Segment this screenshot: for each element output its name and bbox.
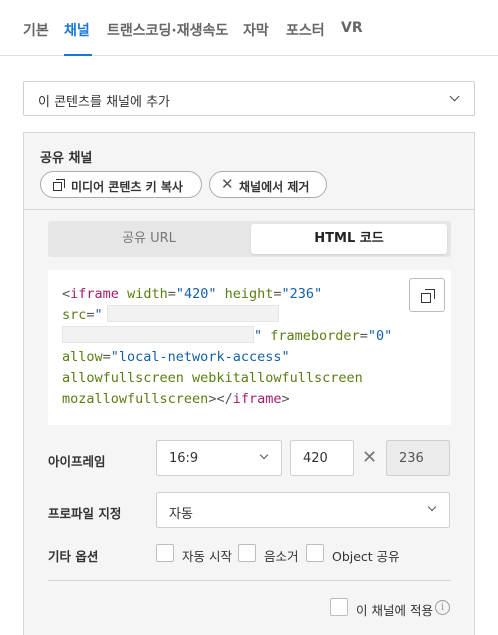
iframe-width-input[interactable]: 420 bbox=[290, 440, 354, 476]
remove-from-channel-label: 채널에서 제거 bbox=[239, 180, 310, 194]
profile-label: 프로파일 지정 bbox=[48, 506, 122, 521]
autoplay-checkbox[interactable] bbox=[156, 544, 174, 562]
tab-vr[interactable]: VR bbox=[341, 20, 363, 36]
close-icon: ✕ bbox=[221, 175, 234, 193]
code-punc: = bbox=[359, 328, 368, 344]
times-icon: ✕ bbox=[362, 447, 378, 468]
code-punc: > bbox=[281, 391, 290, 407]
top-tabs: 기본 채널 트랜스코딩·재생속도 자막 포스터 VR bbox=[0, 0, 498, 56]
shared-channel-panel: 공유 채널 미디어 콘텐츠 키 복사 ✕ 채널에서 제거 공유 URL HTML… bbox=[23, 132, 475, 635]
share-type-tabs: 공유 URL HTML 코드 bbox=[48, 221, 451, 257]
object-share-checkbox[interactable] bbox=[306, 544, 324, 562]
code-punc: < bbox=[62, 286, 71, 302]
info-icon[interactable]: i bbox=[435, 600, 450, 615]
profile-select[interactable]: 자동 bbox=[156, 492, 450, 528]
copy-code-button[interactable] bbox=[409, 278, 445, 312]
copy-icon bbox=[421, 289, 435, 303]
active-tab-indicator bbox=[64, 54, 92, 56]
code-string: "236" bbox=[281, 286, 323, 302]
code-string: " bbox=[254, 328, 263, 344]
iframe-width-value: 420 bbox=[303, 451, 328, 466]
chevron-down-icon bbox=[427, 502, 437, 512]
copy-media-key-button[interactable]: 미디어 콘텐츠 키 복사 bbox=[40, 171, 202, 198]
code-attr: allow bbox=[62, 349, 103, 365]
profile-value: 자동 bbox=[169, 507, 193, 522]
tab-transcoding[interactable]: 트랜스코딩·재생속도 bbox=[107, 20, 228, 40]
code-string: " bbox=[94, 307, 103, 323]
options-label: 기타 옵션 bbox=[48, 549, 99, 564]
embed-code: <iframe width="420" height="236" src=" "… bbox=[62, 284, 392, 410]
chevron-down-icon bbox=[259, 450, 269, 460]
tab-basic[interactable]: 기본 bbox=[23, 20, 49, 40]
copy-media-key-label: 미디어 콘텐츠 키 복사 bbox=[71, 180, 183, 194]
divider bbox=[48, 580, 451, 581]
aspect-ratio-value: 16:9 bbox=[169, 451, 199, 466]
code-attr: width bbox=[127, 286, 168, 302]
add-to-channel-select[interactable]: 이 콘텐츠를 채널에 추가 bbox=[23, 81, 475, 116]
code-tag: iframe bbox=[232, 391, 282, 407]
iframe-label: 아이프레임 bbox=[48, 454, 106, 469]
object-share-label: Object 공유 bbox=[332, 549, 400, 564]
tab-subtitles[interactable]: 자막 bbox=[243, 20, 269, 40]
tab-poster[interactable]: 포스터 bbox=[286, 20, 325, 40]
iframe-height-input: 236 bbox=[386, 440, 450, 476]
apply-to-channel-checkbox[interactable] bbox=[330, 598, 348, 616]
code-punc: = bbox=[86, 307, 95, 323]
code-tag: iframe bbox=[70, 286, 119, 302]
code-attr: allowfullscreen webkitallowfullscreen bbox=[62, 370, 363, 386]
tab-share-url[interactable]: 공유 URL bbox=[51, 224, 247, 254]
code-string: "420" bbox=[175, 286, 217, 302]
iframe-height-value: 236 bbox=[399, 451, 424, 466]
code-attr: mozallowfullscreen bbox=[62, 391, 209, 407]
code-attr: height bbox=[224, 286, 274, 302]
divider bbox=[24, 209, 474, 210]
code-string: "local-network-access" bbox=[110, 349, 290, 365]
chevron-down-icon bbox=[449, 91, 460, 102]
tab-html-code[interactable]: HTML 코드 bbox=[251, 224, 447, 254]
embed-code-box[interactable]: <iframe width="420" height="236" src=" "… bbox=[48, 270, 451, 425]
code-punc: ></ bbox=[208, 391, 233, 407]
redacted-src bbox=[106, 305, 279, 322]
code-attr: src bbox=[62, 307, 87, 323]
shared-channel-title: 공유 채널 bbox=[40, 151, 93, 166]
add-to-channel-label: 이 콘텐츠를 채널에 추가 bbox=[38, 95, 170, 110]
copy-icon bbox=[53, 179, 65, 191]
mute-checkbox[interactable] bbox=[238, 544, 256, 562]
remove-from-channel-button[interactable]: ✕ 채널에서 제거 bbox=[209, 171, 327, 198]
aspect-ratio-select[interactable]: 16:9 bbox=[156, 440, 282, 476]
apply-to-channel-label: 이 채널에 적용 bbox=[356, 603, 433, 618]
tab-channel[interactable]: 채널 bbox=[64, 20, 90, 40]
autoplay-label: 자동 시작 bbox=[182, 549, 232, 564]
mute-label: 음소거 bbox=[264, 549, 299, 564]
code-string: "0" bbox=[367, 328, 393, 344]
code-punc: = bbox=[102, 349, 111, 365]
code-attr: frameborder bbox=[270, 328, 360, 344]
code-punc: = bbox=[167, 286, 176, 302]
code-punc: = bbox=[273, 286, 282, 302]
redacted-src-continued bbox=[62, 326, 254, 343]
